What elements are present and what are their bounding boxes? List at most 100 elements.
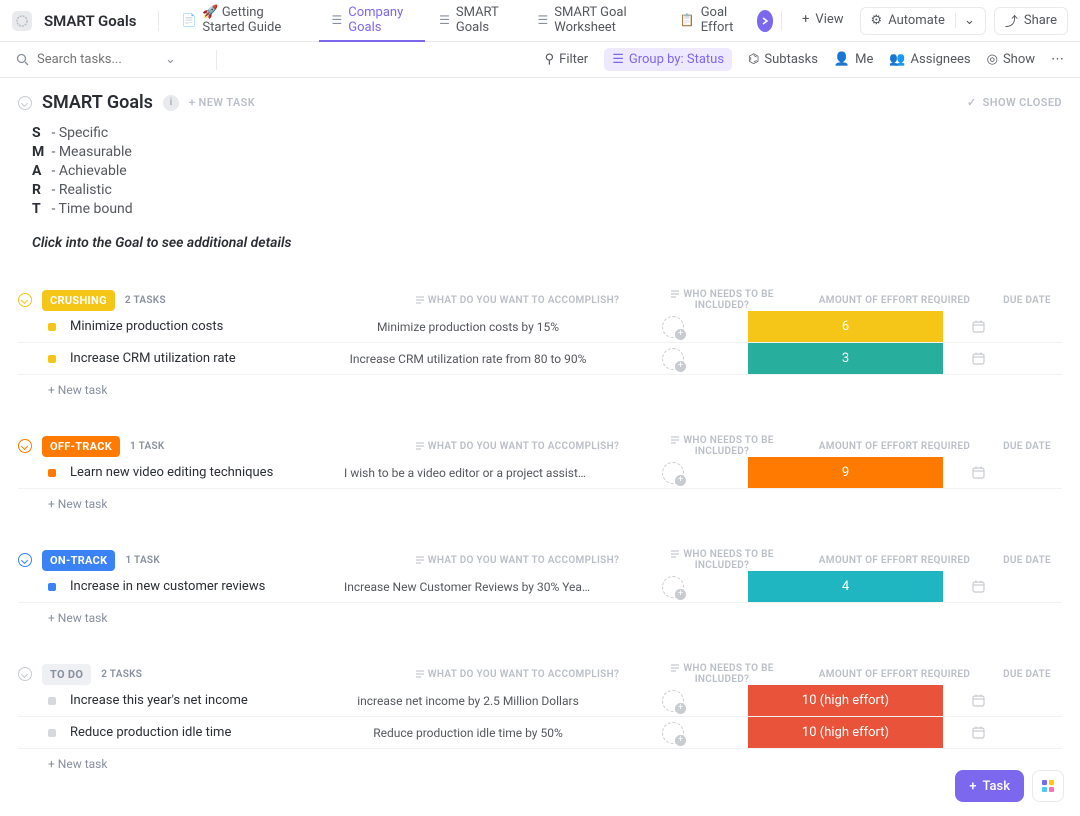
status-square-icon[interactable] (48, 729, 56, 737)
group-collapse-toggle[interactable] (18, 553, 32, 567)
automate-button[interactable]: ⚙ Automate ⌄ (860, 7, 986, 35)
new-task-button[interactable]: + New task (18, 375, 1062, 397)
cell-accomplish[interactable]: Reduce production idle time by 50% (338, 726, 598, 740)
chevron-down-icon[interactable]: ⌄ (165, 52, 176, 67)
col-header-who[interactable]: WHO NEEDS TO BE INCLUDED? (647, 435, 797, 457)
tab-smart-goals[interactable]: ☰SMART Goals (427, 0, 523, 42)
col-header-who[interactable]: WHO NEEDS TO BE INCLUDED? (647, 289, 797, 311)
status-pill[interactable]: CRUSHING (42, 290, 115, 311)
tab-getting-started[interactable]: 📄🚀 Getting Started Guide (169, 0, 317, 42)
task-name[interactable]: Reduce production idle time (70, 725, 338, 740)
status-square-icon[interactable] (48, 469, 56, 477)
task-name[interactable]: Increase in new customer reviews (70, 579, 338, 594)
col-header-due[interactable]: DUE DATE (992, 555, 1062, 566)
add-assignee-button[interactable] (662, 576, 684, 598)
new-task-button[interactable]: + New task (18, 603, 1062, 625)
new-task-button[interactable]: + New task (18, 749, 1062, 771)
add-assignee-button[interactable] (662, 348, 684, 370)
chevron-down-icon[interactable]: ⌄ (955, 13, 975, 28)
col-header-due[interactable]: DUE DATE (992, 441, 1062, 452)
filter-button[interactable]: ⚲Filter (545, 52, 589, 67)
new-task-fab[interactable]: +Task (955, 770, 1024, 802)
status-pill[interactable]: TO DO (42, 664, 91, 685)
apps-button[interactable] (1032, 770, 1064, 802)
status-square-icon[interactable] (48, 355, 56, 363)
info-icon[interactable]: i (163, 95, 179, 111)
cell-who[interactable] (598, 316, 748, 338)
task-name[interactable]: Increase this year's net income (70, 693, 338, 708)
more-button[interactable]: ⋯ (1051, 52, 1064, 67)
add-assignee-button[interactable] (662, 316, 684, 338)
cell-due-date[interactable] (943, 319, 1013, 334)
tab-goal-effort[interactable]: 📋Goal Effort (668, 0, 755, 42)
cell-due-date[interactable] (943, 465, 1013, 480)
cell-effort[interactable]: 10 (high effort) (748, 717, 943, 748)
cell-who[interactable] (598, 462, 748, 484)
cell-accomplish[interactable]: Increase CRM utilization rate from 80 to… (338, 352, 598, 366)
cell-due-date[interactable] (943, 693, 1013, 708)
show-button[interactable]: ◎Show (987, 52, 1035, 67)
cell-who[interactable] (598, 722, 748, 744)
status-pill[interactable]: OFF-TRACK (42, 436, 120, 457)
add-assignee-button[interactable] (662, 690, 684, 712)
col-header-accomplish[interactable]: WHAT DO YOU WANT TO ACCOMPLISH? (387, 295, 647, 306)
tab-worksheet[interactable]: ☰SMART Goal Worksheet (525, 0, 665, 42)
task-row[interactable]: Increase this year's net income increase… (18, 685, 1062, 717)
show-closed-button[interactable]: ✓SHOW CLOSED (967, 96, 1062, 109)
me-button[interactable]: 👤Me (834, 52, 873, 67)
cell-accomplish[interactable]: increase net income by 2.5 Million Dolla… (338, 694, 598, 708)
col-header-effort[interactable]: AMOUNT OF EFFORT REQUIRED (797, 555, 992, 566)
status-pill[interactable]: ON-TRACK (42, 550, 115, 571)
col-header-accomplish[interactable]: WHAT DO YOU WANT TO ACCOMPLISH? (387, 669, 647, 680)
next-views-button[interactable] (757, 10, 774, 32)
cell-effort[interactable]: 9 (748, 457, 943, 488)
add-view-button[interactable]: +View (790, 0, 856, 42)
cell-accomplish[interactable]: Increase New Customer Reviews by 30% Yea… (338, 580, 598, 594)
group-by-button[interactable]: ☰Group by: Status (604, 48, 732, 71)
status-square-icon[interactable] (48, 583, 56, 591)
tab-company-goals[interactable]: ☰Company Goals (319, 0, 425, 42)
group-collapse-toggle[interactable] (18, 293, 32, 307)
task-row[interactable]: Learn new video editing techniques I wis… (18, 457, 1062, 489)
col-header-accomplish[interactable]: WHAT DO YOU WANT TO ACCOMPLISH? (387, 555, 647, 566)
col-header-effort[interactable]: AMOUNT OF EFFORT REQUIRED (797, 669, 992, 680)
task-row[interactable]: Increase CRM utilization rate Increase C… (18, 343, 1062, 375)
status-square-icon[interactable] (48, 323, 56, 331)
col-header-who[interactable]: WHO NEEDS TO BE INCLUDED? (647, 549, 797, 571)
col-header-who[interactable]: WHO NEEDS TO BE INCLUDED? (647, 663, 797, 685)
status-square-icon[interactable] (48, 697, 56, 705)
cell-who[interactable] (598, 690, 748, 712)
col-header-effort[interactable]: AMOUNT OF EFFORT REQUIRED (797, 441, 992, 452)
col-header-effort[interactable]: AMOUNT OF EFFORT REQUIRED (797, 295, 992, 306)
cell-effort[interactable]: 6 (748, 311, 943, 342)
collapse-toggle[interactable] (18, 96, 32, 110)
task-name[interactable]: Minimize production costs (70, 319, 338, 334)
cell-who[interactable] (598, 576, 748, 598)
cell-due-date[interactable] (943, 725, 1013, 740)
new-task-button[interactable]: + New task (18, 489, 1062, 511)
group-collapse-toggle[interactable] (18, 439, 32, 453)
cell-who[interactable] (598, 348, 748, 370)
col-header-accomplish[interactable]: WHAT DO YOU WANT TO ACCOMPLISH? (387, 441, 647, 452)
task-row[interactable]: Reduce production idle time Reduce produ… (18, 717, 1062, 749)
cell-effort[interactable]: 3 (748, 343, 943, 374)
cell-effort[interactable]: 4 (748, 571, 943, 602)
col-header-due[interactable]: DUE DATE (992, 295, 1062, 306)
cell-accomplish[interactable]: I wish to be a video editor or a project… (338, 466, 598, 480)
task-row[interactable]: Increase in new customer reviews Increas… (18, 571, 1062, 603)
task-name[interactable]: Increase CRM utilization rate (70, 351, 338, 366)
cell-due-date[interactable] (943, 351, 1013, 366)
subtasks-button[interactable]: ⌬Subtasks (748, 52, 818, 67)
assignees-button[interactable]: 👥Assignees (889, 52, 970, 67)
cell-due-date[interactable] (943, 579, 1013, 594)
search-input[interactable] (37, 52, 157, 67)
share-button[interactable]: ⤴ Share (994, 7, 1068, 35)
add-assignee-button[interactable] (662, 722, 684, 744)
new-task-header-button[interactable]: + NEW TASK (189, 96, 255, 109)
col-header-due[interactable]: DUE DATE (992, 669, 1062, 680)
task-name[interactable]: Learn new video editing techniques (70, 465, 338, 480)
cell-accomplish[interactable]: Minimize production costs by 15% (338, 320, 598, 334)
add-assignee-button[interactable] (662, 462, 684, 484)
task-row[interactable]: Minimize production costs Minimize produ… (18, 311, 1062, 343)
cell-effort[interactable]: 10 (high effort) (748, 685, 943, 716)
